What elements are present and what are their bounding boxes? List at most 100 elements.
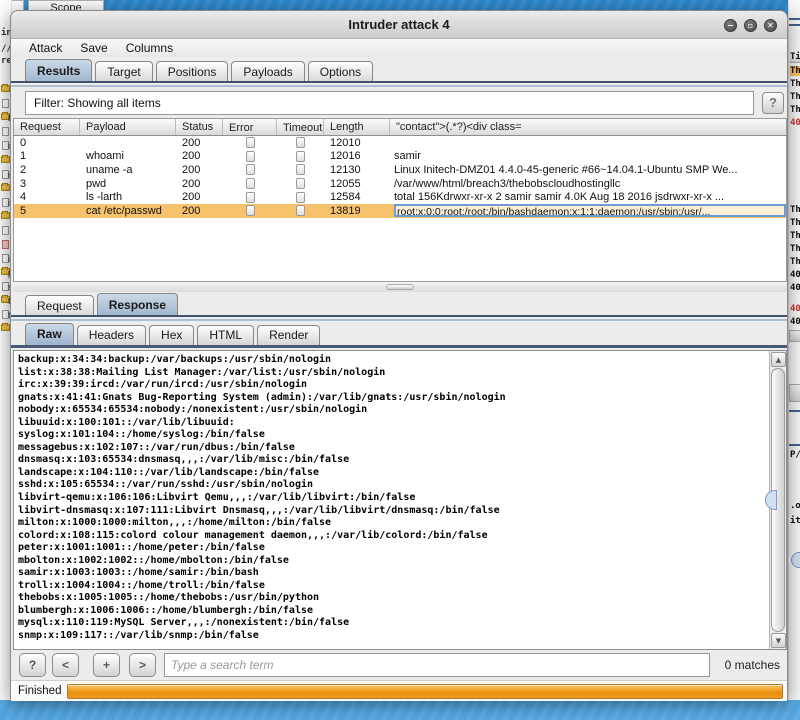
response-line: libvirt-qemu:x:106:106:Libvirt Qemu,,,:/…: [18, 492, 769, 505]
response-line: samir:x:1003:1003::/home/samir:/bin/bash: [18, 567, 769, 580]
cell-request: 2: [14, 164, 80, 176]
file-icon: [2, 226, 9, 235]
column-header-contact[interactable]: "contact">(.*?)<div class=: [390, 119, 786, 135]
timeout-checkbox[interactable]: [296, 137, 305, 148]
timeout-checkbox[interactable]: [296, 164, 305, 175]
response-line: colord:x:108:115:colord colour managemen…: [18, 530, 769, 543]
cell-status: 200: [176, 191, 223, 203]
background-text-fragment: Th: [790, 257, 800, 267]
response-viewer[interactable]: backup:x:34:34:backup:/var/backups:/usr/…: [13, 350, 787, 650]
scroll-down-icon[interactable]: ▼: [771, 633, 786, 648]
search-next-button[interactable]: >: [129, 653, 156, 677]
table-row[interactable]: 2uname -a20012130Linux Initech-DMZ01 4.4…: [14, 163, 786, 177]
cell-payload: whoami: [80, 150, 176, 162]
background-text-fragment: 40: [790, 317, 800, 327]
table-row[interactable]: 4ls -larth20012584total 156Kdrwxr-xr-x 2…: [14, 190, 786, 204]
tab-options[interactable]: Options: [308, 61, 373, 83]
cell-timeout: [277, 137, 324, 148]
column-header-length[interactable]: Length: [324, 119, 390, 135]
tab-separator: [11, 81, 787, 87]
tab-response[interactable]: Response: [97, 293, 178, 317]
error-checkbox[interactable]: [246, 205, 255, 216]
cell-length: 12016: [324, 150, 390, 162]
minimize-button[interactable]: −: [724, 19, 737, 32]
background-text-fragment: Th: [790, 105, 800, 115]
error-checkbox[interactable]: [246, 164, 255, 175]
filter-help-button[interactable]: ?: [762, 92, 784, 114]
search-input[interactable]: [164, 653, 710, 677]
tab-headers[interactable]: Headers: [77, 325, 146, 345]
background-text-fragment: 40: [790, 304, 800, 314]
selected-cell-value[interactable]: root:x:0:0:root:/root:/bin/bashdaemon:x:…: [394, 204, 786, 217]
menu-save[interactable]: Save: [80, 41, 107, 55]
scrollbar-thumb[interactable]: [771, 368, 785, 632]
tab-raw[interactable]: Raw: [25, 323, 74, 345]
search-add-button[interactable]: +: [93, 653, 120, 677]
cell-payload: pwd: [80, 178, 176, 190]
cell-payload: uname -a: [80, 164, 176, 176]
splitter-handle[interactable]: [13, 282, 787, 292]
column-header-request[interactable]: Request: [14, 119, 80, 135]
error-checkbox[interactable]: [246, 151, 255, 162]
background-text-fragment: it: [790, 516, 800, 526]
folder-icon: [1, 85, 10, 92]
cell-status: 200: [176, 137, 223, 149]
column-header-error[interactable]: Error: [223, 119, 277, 135]
column-header-status[interactable]: Status: [176, 119, 223, 135]
error-checkbox[interactable]: [246, 192, 255, 203]
timeout-checkbox[interactable]: [296, 178, 305, 189]
view-tabs: Raw Headers Hex HTML Render: [25, 323, 320, 345]
column-header-timeout[interactable]: Timeout: [277, 119, 324, 135]
background-divider: [789, 444, 800, 446]
vertical-scrollbar[interactable]: ▲ ▼: [769, 351, 786, 649]
menu-attack[interactable]: Attack: [29, 41, 62, 55]
close-button[interactable]: ✕: [764, 19, 777, 32]
splitter-grip[interactable]: [386, 284, 414, 290]
error-checkbox[interactable]: [246, 137, 255, 148]
folder-icon: [1, 156, 10, 163]
tab-hex[interactable]: Hex: [149, 325, 194, 345]
search-prev-button[interactable]: <: [52, 653, 79, 677]
table-row[interactable]: 3pwd20012055/var/www/html/breach3/thebob…: [14, 177, 786, 191]
cell-status: 200: [176, 178, 223, 190]
response-line: dnsmasq:x:103:65534:dnsmasq,,,:/var/lib/…: [18, 454, 769, 467]
timeout-checkbox[interactable]: [296, 192, 305, 203]
search-help-button[interactable]: ?: [19, 653, 46, 677]
table-row[interactable]: 5cat /etc/passwd20013819root:x:0:0:root:…: [14, 204, 786, 218]
cell-request: 4: [14, 191, 80, 203]
response-text: backup:x:34:34:backup:/var/backups:/usr/…: [14, 351, 769, 649]
column-header-payload[interactable]: Payload: [80, 119, 176, 135]
cell-contact: samir: [390, 150, 786, 162]
tab-positions[interactable]: Positions: [156, 61, 229, 83]
tab-request[interactable]: Request: [25, 295, 94, 317]
cell-status: 200: [176, 164, 223, 176]
table-row[interactable]: 1whoami20012016samir: [14, 150, 786, 164]
error-checkbox[interactable]: [246, 178, 255, 189]
timeout-checkbox[interactable]: [296, 205, 305, 216]
timeout-checkbox[interactable]: [296, 151, 305, 162]
tab-payloads[interactable]: Payloads: [231, 61, 304, 83]
menu-columns[interactable]: Columns: [126, 41, 173, 55]
cell-payload: ls -larth: [80, 191, 176, 203]
table-row[interactable]: 020012010: [14, 136, 786, 150]
cell-request: 0: [14, 137, 80, 149]
response-line: backup:x:34:34:backup:/var/backups:/usr/…: [18, 354, 769, 367]
background-text-fragment: Th: [790, 231, 800, 241]
scroll-up-icon[interactable]: ▲: [771, 352, 786, 367]
tab-html[interactable]: HTML: [197, 325, 254, 345]
status-label: Finished: [18, 685, 61, 697]
background-text-fragment: Th: [790, 205, 800, 215]
cell-length: 13819: [324, 205, 390, 217]
cell-error: [223, 151, 277, 162]
folder-icon: [1, 324, 10, 331]
tab-results[interactable]: Results: [25, 59, 92, 83]
title-bar[interactable]: Intruder attack 4 − ▫ ✕: [11, 11, 787, 39]
cell-error: [223, 178, 277, 189]
background-text-fragment: Ti: [790, 52, 800, 63]
tab-target[interactable]: Target: [95, 61, 152, 83]
maximize-button[interactable]: ▫: [744, 19, 757, 32]
filter-bar[interactable]: Filter: Showing all items: [25, 91, 754, 115]
cell-error: [223, 205, 277, 216]
tab-render[interactable]: Render: [257, 325, 320, 345]
background-text-fragment: Th: [790, 218, 800, 228]
